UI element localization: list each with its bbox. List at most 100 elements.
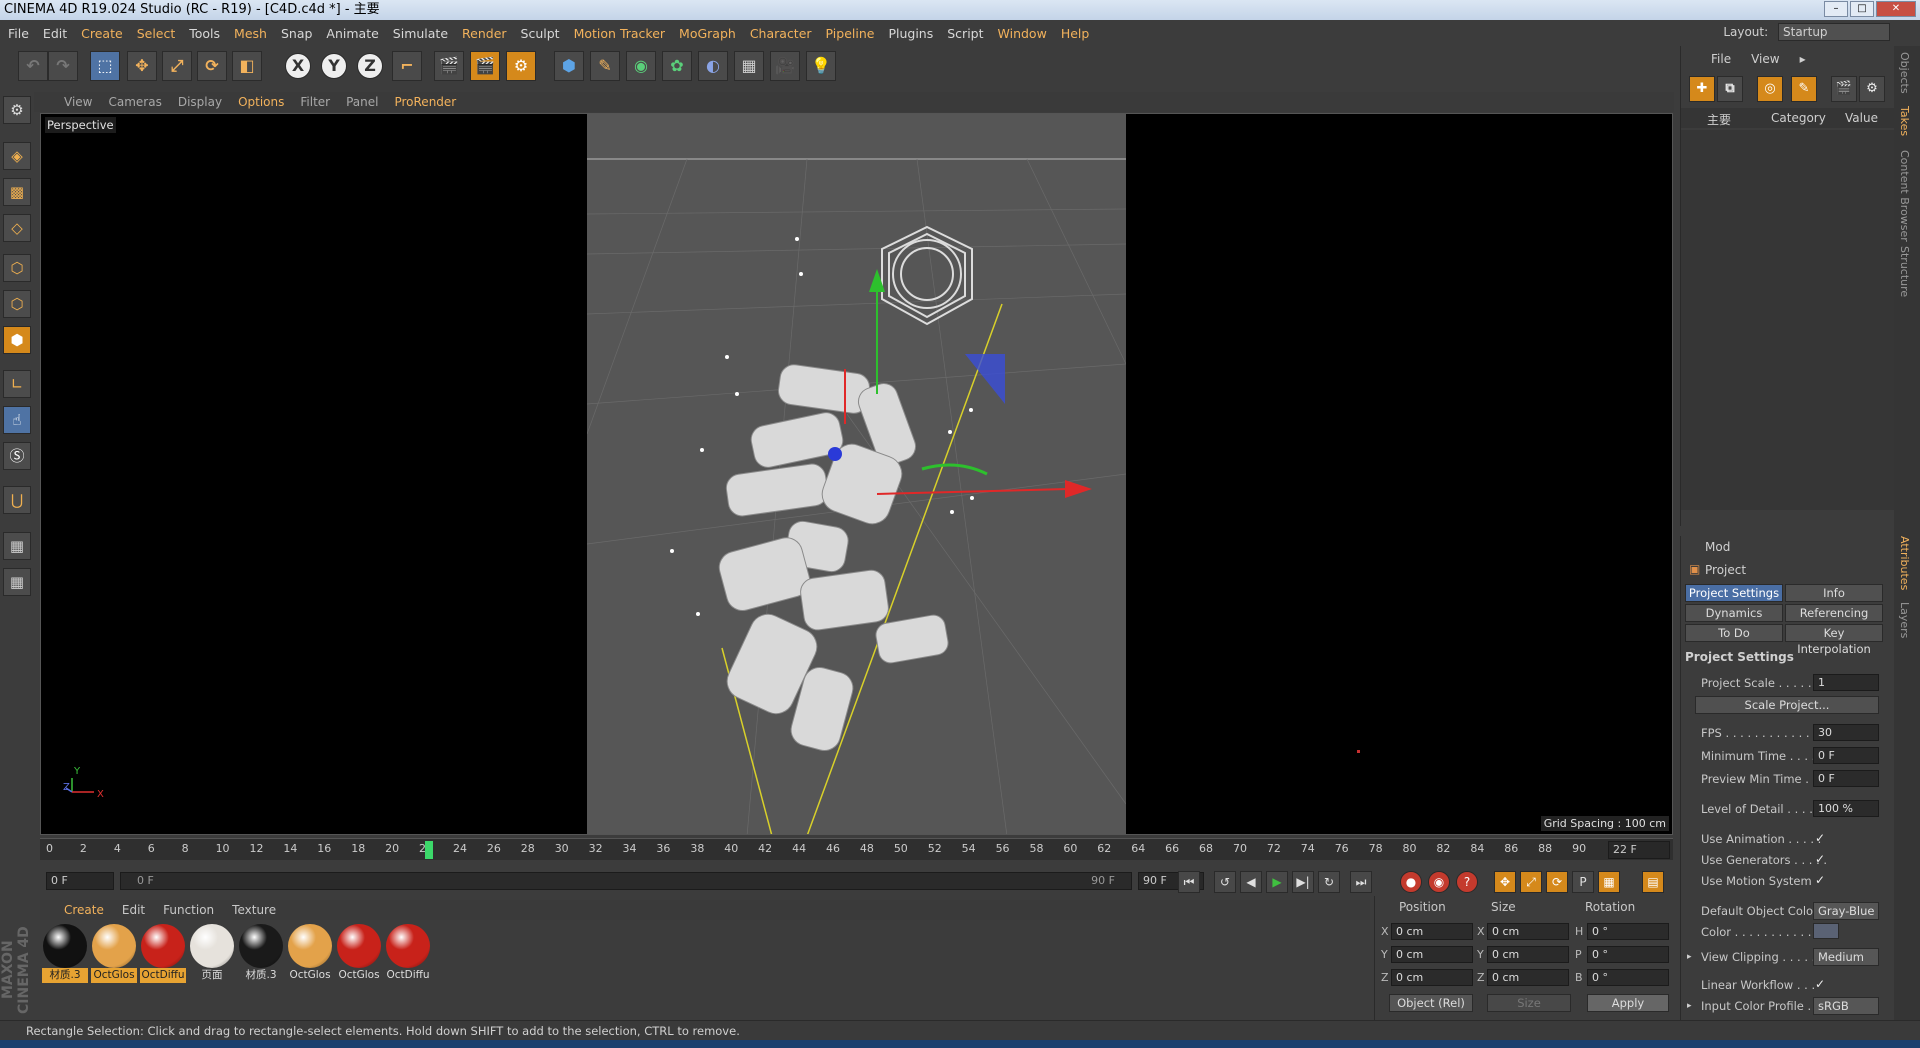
input-profile-dropdown[interactable]: sRGB [1813,997,1879,1015]
linear-workflow-checkbox[interactable]: ✓ [1815,977,1825,991]
menu-window[interactable]: Window [998,26,1047,41]
size-mode-dropdown[interactable]: Size [1487,994,1571,1012]
menu-motion-tracker[interactable]: Motion Tracker [574,26,665,41]
material-item[interactable]: OctGlos [336,924,382,988]
tweak-mode-icon[interactable]: ☝ [3,406,31,434]
menu-tools[interactable]: Tools [189,26,220,41]
make-editable-icon[interactable]: ⚙ [3,96,31,124]
scale-icon[interactable]: ⤢ [162,51,192,81]
obj-menu-file[interactable]: File [1711,52,1731,66]
rectangle-select-icon[interactable]: ⬚ [90,51,120,81]
rotate-icon[interactable]: ⟳ [197,51,227,81]
menu-edit[interactable]: Edit [43,26,67,41]
viewport-perspective[interactable]: Perspective Grid Spacing : 100 cm Y X Z … [40,113,1673,835]
tab-dynamics[interactable]: Dynamics [1685,604,1783,622]
menu-simulate[interactable]: Simulate [393,26,448,41]
workplane-lock-icon[interactable]: ▦ [3,532,31,560]
fps-field[interactable]: 30 [1813,724,1879,741]
size-y-field[interactable]: 0 cm [1487,946,1569,963]
menu-help[interactable]: Help [1061,26,1090,41]
key-position-icon[interactable]: ✥ [1494,871,1516,893]
position-z-field[interactable]: 0 cm [1391,969,1473,986]
size-x-field[interactable]: 0 cm [1487,923,1569,940]
menu-render[interactable]: Render [462,26,507,41]
mat-menu-edit[interactable]: Edit [122,903,145,917]
expand-arrow-icon[interactable]: ▸ [1687,1001,1692,1011]
take-render-icon[interactable]: 🎬 [1831,76,1857,102]
undo-icon[interactable]: ↶ [18,51,48,81]
x-axis-lock-icon[interactable]: X [285,53,311,79]
rotation-b-field[interactable]: 0 ° [1587,969,1669,986]
render-settings-icon[interactable]: ⚙ [506,51,536,81]
range-slider[interactable]: 0 F 90 F [120,872,1132,890]
key-pla-icon[interactable]: ▦ [1598,871,1620,893]
project-scale-field[interactable]: 1 [1813,674,1879,691]
minimize-button[interactable]: – [1824,1,1848,17]
mat-menu-create[interactable]: Create [64,903,104,917]
snap-icon[interactable]: Ⓢ [3,442,31,470]
take-main-label[interactable]: 主要 [1707,111,1731,128]
magnet-icon[interactable]: ⋃ [3,486,31,514]
use-generators-checkbox[interactable]: ✓ [1815,852,1825,866]
cloner-icon[interactable]: ✿ [662,51,692,81]
menu-plugins[interactable]: Plugins [888,26,933,41]
size-z-field[interactable]: 0 cm [1487,969,1569,986]
material-item[interactable]: 材质.3 [238,924,284,988]
tab-to-do[interactable]: To Do [1685,624,1783,642]
record-active-icon[interactable]: ● [1400,871,1422,893]
tab-info[interactable]: Info [1785,584,1883,602]
take-auto-icon[interactable]: ✎ [1791,76,1817,102]
vtab-structure[interactable]: Structure [1898,246,1911,297]
go-to-start-icon[interactable]: ⏮ [1178,871,1200,893]
next-key-icon[interactable]: ↻ [1318,871,1340,893]
mat-menu-texture[interactable]: Texture [232,903,276,917]
key-scale-icon[interactable]: ⤢ [1520,871,1542,893]
edges-mode-icon[interactable]: ⬡ [3,290,31,318]
timeline-ruler[interactable]: 0246810121416182022242628303234363840424… [40,838,1673,860]
viewport-menu-panel[interactable]: Panel [346,95,378,109]
viewport-menu-filter[interactable]: Filter [300,95,330,109]
menu-animate[interactable]: Animate [326,26,378,41]
live-select-icon[interactable]: ◧ [232,51,262,81]
obj-menu-more-icon[interactable]: ▸ [1800,52,1806,66]
start-frame-field[interactable]: 0 F [46,872,114,890]
points-mode-icon[interactable]: ⬡ [3,254,31,282]
take-override-icon[interactable]: ◎ [1757,76,1783,102]
timeline-window-icon[interactable]: ▤ [1642,871,1664,893]
menu-snap[interactable]: Snap [281,26,312,41]
menu-select[interactable]: Select [137,26,176,41]
viewport-menu-options[interactable]: Options [238,95,284,109]
close-button[interactable]: ✕ [1876,1,1916,17]
coord-mode-dropdown[interactable]: Object (Rel) [1389,994,1473,1012]
lod-field[interactable]: 100 % [1813,800,1879,817]
vtab-content-browser[interactable]: Content Browser [1898,150,1911,242]
autokey-icon[interactable]: ◉ [1428,871,1450,893]
attr-mode-menu[interactable]: Mod [1705,540,1730,554]
take-lock-icon[interactable]: ⚙ [1859,76,1885,102]
light-icon[interactable]: 💡 [806,51,836,81]
menu-script[interactable]: Script [947,26,983,41]
obj-menu-view[interactable]: View [1751,52,1779,66]
menu-create[interactable]: Create [81,26,123,41]
workplane-icon[interactable]: ◇ [3,214,31,242]
material-item[interactable]: OctGlos [91,924,137,988]
use-motion-checkbox[interactable]: ✓ [1815,873,1825,887]
workplane-rotate-icon[interactable]: ▦ [3,568,31,596]
play-icon[interactable]: ▶ [1266,871,1288,893]
viewport-menu-cameras[interactable]: Cameras [108,95,161,109]
color-swatch[interactable] [1813,923,1839,939]
deformer-icon[interactable]: ◐ [698,51,728,81]
take-add-icon[interactable]: ✚ [1689,76,1715,102]
camera-icon[interactable]: 🎥 [770,51,800,81]
rotation-p-field[interactable]: 0 ° [1587,946,1669,963]
default-color-dropdown[interactable]: Gray-Blue [1813,902,1879,920]
model-mode-icon[interactable]: ◈ [3,142,31,170]
vtab-objects[interactable]: Objects [1898,52,1911,94]
preview-min-field[interactable]: 0 F [1813,770,1879,787]
previous-key-icon[interactable]: ↺ [1214,871,1236,893]
apply-button[interactable]: Apply [1587,994,1669,1012]
y-axis-lock-icon[interactable]: Y [321,53,347,79]
expand-arrow-icon[interactable]: ▸ [1687,952,1692,962]
render-view-icon[interactable]: 🎬 [434,51,464,81]
cube-icon[interactable]: ⬢ [554,51,584,81]
